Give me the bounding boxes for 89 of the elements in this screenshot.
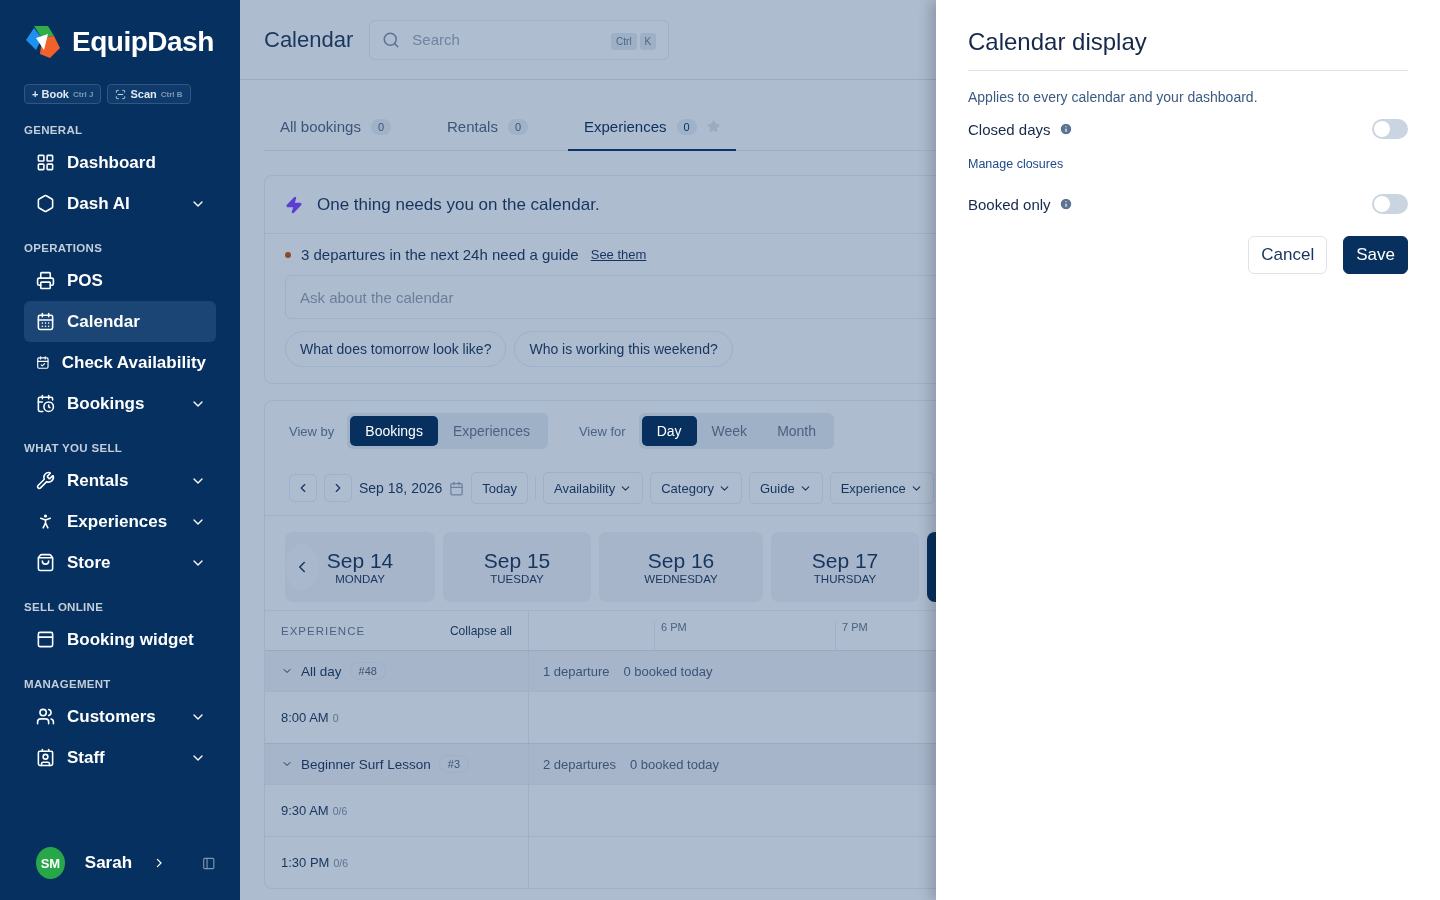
day-card[interactable]: Sep 16 WEDNESDAY <box>599 532 763 602</box>
contact-card-icon <box>36 748 55 767</box>
calendar-check-icon <box>36 353 50 372</box>
wrench-icon <box>36 471 55 490</box>
group-name[interactable]: Beginner Surf Lesson <box>301 756 431 772</box>
calendar-icon <box>36 312 55 331</box>
shopping-bag-icon <box>36 553 55 572</box>
today-button[interactable]: Today <box>471 472 528 504</box>
logo-icon <box>24 24 62 60</box>
key-hint: Ctrl <box>611 32 637 50</box>
toggle-switch[interactable] <box>1372 119 1408 139</box>
setting-label: Closed days <box>968 120 1051 138</box>
view-option[interactable]: Bookings <box>350 416 438 446</box>
save-button[interactable]: Save <box>1343 236 1408 274</box>
search-icon <box>382 30 401 49</box>
count-badge: 0 <box>370 118 391 135</box>
key-hint: K <box>639 32 657 50</box>
column-header: EXPERIENCE <box>281 624 367 637</box>
section-title: OPERATIONS <box>24 242 104 254</box>
nav-item[interactable]: Bookings <box>24 383 216 424</box>
next-button[interactable] <box>324 474 352 502</box>
filter-dropdown[interactable]: Availability <box>543 472 644 504</box>
day-card[interactable]: Sep 17 THURSDAY <box>771 532 919 602</box>
collapse-all-link[interactable]: Collapse all <box>449 623 512 638</box>
section-title: GENERAL <box>24 124 84 136</box>
info-icon[interactable] <box>1058 197 1073 211</box>
status-dot <box>285 251 291 258</box>
group-name[interactable]: All day <box>301 663 342 679</box>
manage-closures-link[interactable]: Manage closures <box>968 157 1064 171</box>
calendar-icon[interactable] <box>449 480 465 496</box>
filter-dropdown[interactable]: Experience <box>829 472 934 504</box>
brand-name: EquipDash <box>72 26 214 58</box>
departures-text: 1 departure <box>543 663 610 679</box>
alert-text: 3 departures in the next 24h need a guide <box>301 246 579 263</box>
calendar-clock-icon <box>36 394 55 413</box>
day-card[interactable]: Sep 15 TUESDAY <box>443 532 591 602</box>
nav-item[interactable]: Store <box>24 542 216 583</box>
booked-text: 0 booked today <box>623 663 713 679</box>
view-for-label: View for <box>578 423 626 439</box>
section-title: MANAGEMENT <box>24 678 112 690</box>
scan-button[interactable]: Scan Ctrl B <box>107 84 191 104</box>
nav-item[interactable]: Rentals <box>24 460 216 501</box>
grid-icon <box>36 153 55 172</box>
nav-item[interactable]: Dashboard <box>24 142 216 183</box>
nav-item[interactable]: Customers <box>24 696 216 737</box>
cancel-button[interactable]: Cancel <box>1248 236 1328 274</box>
section-title: WHAT YOU SELL <box>24 442 124 454</box>
drawer-description: Applies to every calendar and your dashboard. <box>968 89 1259 105</box>
nav-item[interactable]: Dash AI <box>24 183 216 224</box>
date-label[interactable]: Sep 18, 2026 <box>359 480 443 496</box>
view-by-label: View by <box>289 423 335 439</box>
section-title: SELL ONLINE <box>24 601 105 613</box>
count-badge: 0 <box>507 118 528 135</box>
previous-button[interactable] <box>289 474 317 502</box>
drawer-title: Calendar display <box>968 28 1408 71</box>
printer-icon <box>36 271 55 290</box>
hexagon-icon <box>36 194 55 213</box>
users-icon <box>36 707 55 726</box>
toggle-switch[interactable] <box>1372 194 1408 214</box>
nav-item[interactable]: POS <box>24 260 216 301</box>
slot-time[interactable]: 9:30 AM 0/6 <box>281 803 348 818</box>
period-option[interactable]: Day <box>641 416 697 446</box>
user-name[interactable]: Sarah <box>84 853 133 873</box>
filter-dropdown[interactable]: Category <box>650 472 742 504</box>
tab[interactable]: Rentals 0 <box>431 106 544 151</box>
departures-text: 2 departures <box>543 756 616 772</box>
tab[interactable]: All bookings 0 <box>264 106 407 151</box>
bolt-icon <box>285 195 303 214</box>
nav-item[interactable]: Experiences <box>24 501 216 542</box>
count-badge: 0 <box>676 118 697 135</box>
see-them-link[interactable]: See them <box>590 247 647 262</box>
selected-day-card[interactable] <box>927 532 936 602</box>
scan-icon <box>115 88 127 100</box>
info-icon[interactable] <box>1058 122 1073 136</box>
nav-item[interactable]: Calendar <box>24 301 216 342</box>
book-button[interactable]: + Book Ctrl J <box>24 84 102 104</box>
nav-item[interactable]: Booking widget <box>24 619 216 660</box>
slot-time[interactable]: 1:30 PM 0/6 <box>281 855 349 870</box>
booked-text: 0 booked today <box>630 756 719 772</box>
setting-label: Booked only <box>968 195 1051 213</box>
slot-time[interactable]: 8:00 AM 0 <box>281 710 339 725</box>
nav-item[interactable]: Staff <box>24 737 216 778</box>
page-title: Calendar <box>264 26 354 53</box>
panel-icon <box>36 630 55 649</box>
filter-dropdown[interactable]: Guide <box>748 472 823 504</box>
tab[interactable]: Experiences 0 <box>568 106 736 151</box>
nav-item[interactable]: Check Availability <box>24 342 216 383</box>
sidebar-toggle-icon[interactable] <box>202 855 216 871</box>
card-title: One thing needs you on the calendar. <box>317 194 600 215</box>
